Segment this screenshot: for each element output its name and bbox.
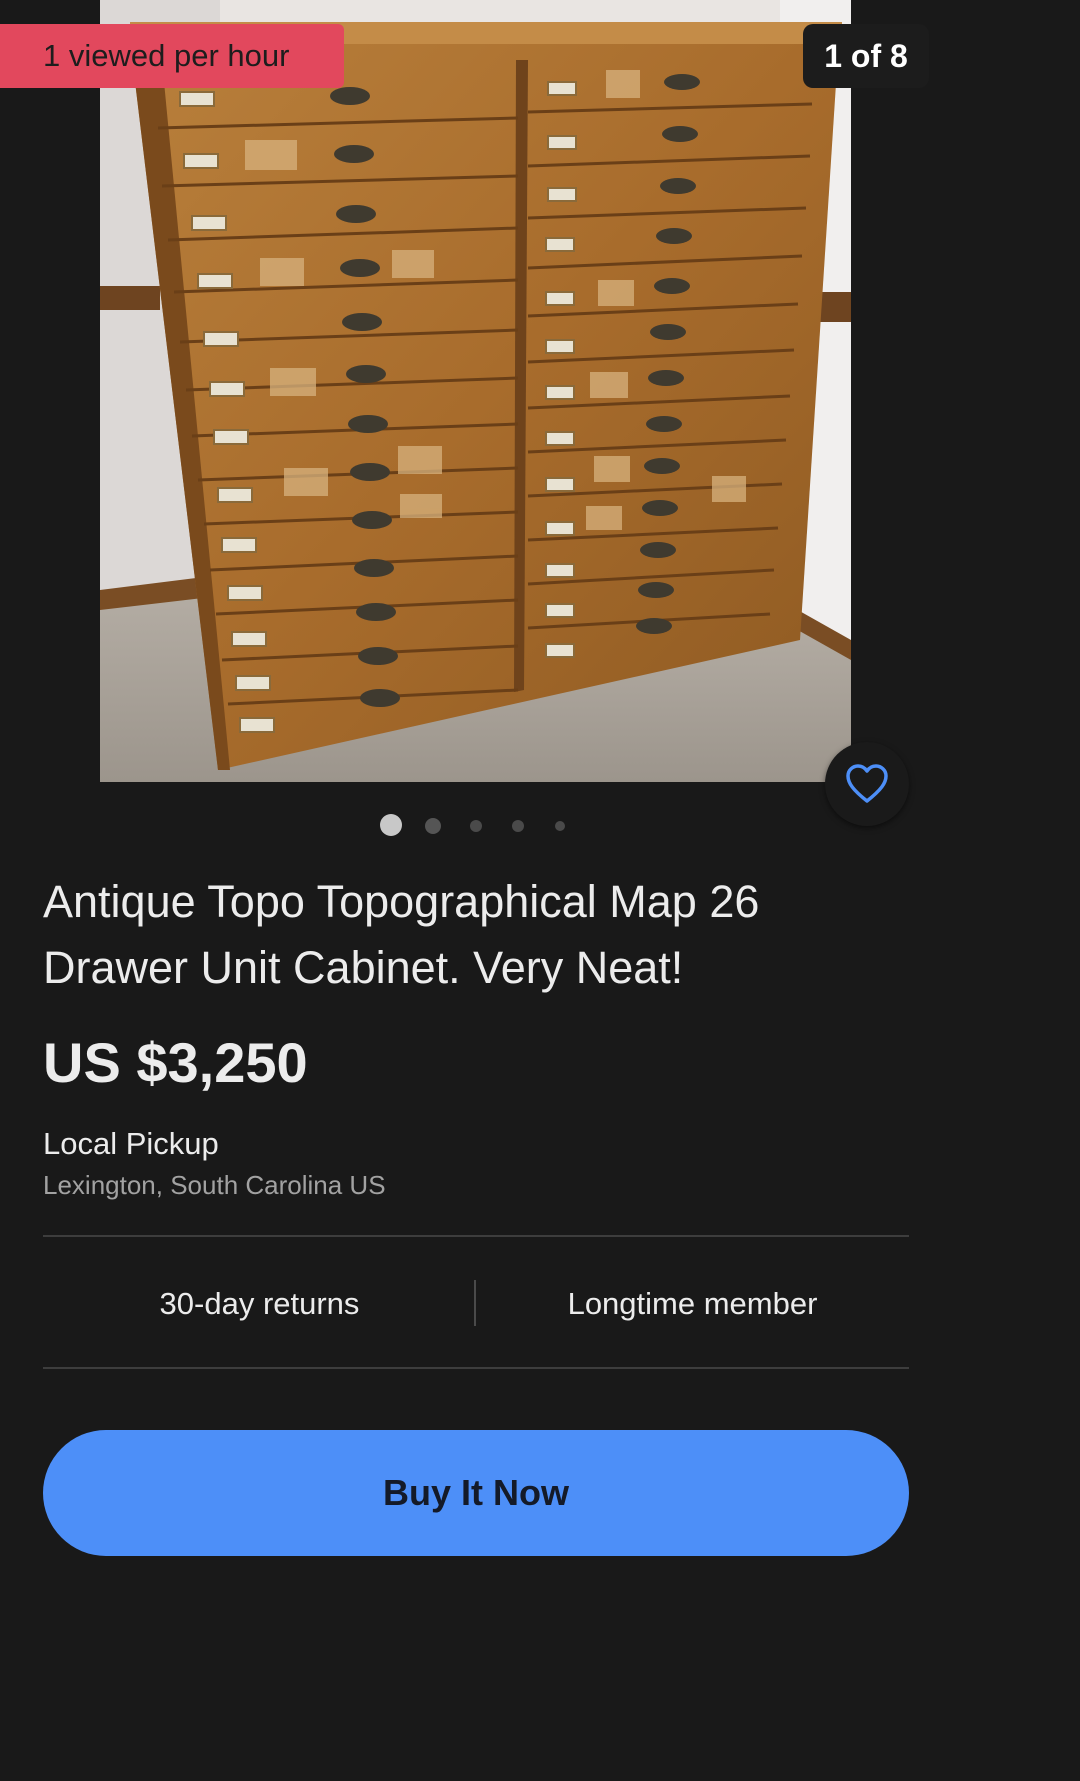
pagination-dot-active[interactable] [380,814,402,836]
divider [43,1367,909,1369]
listing-price: US $3,250 [43,1031,308,1094]
pagination-dot[interactable] [425,818,441,834]
pagination-dot[interactable] [470,820,482,832]
seller-badges: 30-day returns Longtime member [43,1238,909,1368]
cabinet-image [100,0,851,782]
heart-icon [846,764,888,803]
views-per-hour-badge: 1 viewed per hour [0,24,344,88]
member-badge[interactable]: Longtime member [476,1238,909,1368]
shipping-method: Local Pickup [43,1126,219,1161]
listing-title: Antique Topo Topographical Map 26 Drawer… [43,876,760,993]
listing-photo[interactable] [100,0,851,782]
divider [43,1235,909,1237]
image-counter-text: 1 of 8 [824,38,908,74]
views-badge-text: 1 viewed per hour [43,38,290,73]
listing-page: 1 viewed per hour 1 of 8 Antique Topo To… [0,0,951,1568]
image-gallery[interactable]: 1 viewed per hour 1 of 8 [0,0,951,836]
image-counter: 1 of 8 [803,24,929,88]
returns-badge[interactable]: 30-day returns [43,1238,476,1368]
gallery-pagination [0,812,951,838]
item-location: Lexington, South Carolina US [43,1170,386,1200]
pagination-dot[interactable] [555,821,565,831]
buy-it-now-button[interactable]: Buy It Now [43,1430,909,1556]
pagination-dot[interactable] [512,820,524,832]
